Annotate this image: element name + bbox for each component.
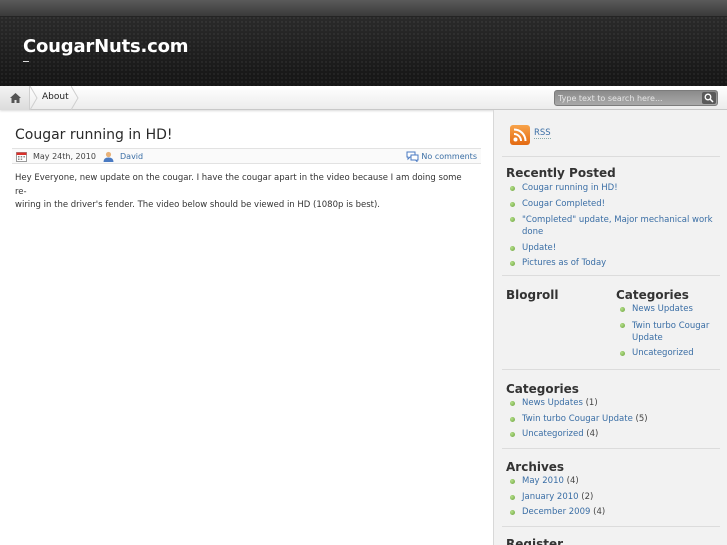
bullet-icon [510, 510, 515, 515]
site-title[interactable]: CougarNuts.com [23, 36, 189, 57]
categories-title-small: Categories [616, 288, 689, 302]
nav-separator [71, 86, 79, 110]
blogroll-title: Blogroll [506, 288, 559, 302]
register-title: Register [506, 537, 564, 545]
post-date: May 24th, 2010 [33, 152, 96, 161]
bullet-icon [510, 261, 515, 266]
divider [502, 275, 720, 276]
list-item[interactable]: May 2010 (4) [506, 476, 718, 487]
bullet-icon [510, 494, 515, 500]
comment-icon [406, 151, 419, 162]
bullet-icon [510, 217, 515, 222]
list-item[interactable]: Uncategorized (4) [506, 429, 718, 440]
search-icon [704, 93, 714, 103]
list-item[interactable]: News Updates (1) [506, 398, 718, 409]
list-item[interactable]: "Completed" update, Major mechanical wor… [506, 214, 718, 238]
bullet-icon [620, 351, 625, 356]
post-body-line: Hey Everyone, new update on the cougar. … [15, 173, 462, 197]
bullet-icon [510, 432, 515, 437]
list-item[interactable]: Twin turbo Cougar Update [616, 320, 724, 344]
post-body-line: wiring in the driver's fender. The video… [15, 200, 380, 210]
divider [502, 369, 720, 370]
divider [502, 526, 720, 527]
bullet-icon [510, 245, 515, 251]
bullet-icon [510, 416, 515, 422]
list-item[interactable]: News Updates [616, 304, 724, 315]
list-item[interactable]: January 2010 (2) [506, 492, 718, 503]
list-item[interactable]: December 2009 (4) [506, 507, 718, 518]
title-underline [23, 61, 29, 62]
recent-posts-title: Recently Posted [506, 166, 616, 180]
archives-list: May 2010 (4) January 2010 (2) December 2… [506, 476, 718, 518]
bullet-icon [620, 307, 625, 312]
bullet-icon [510, 201, 515, 207]
divider [502, 156, 720, 157]
divider [502, 448, 720, 449]
categories-title: Categories [506, 382, 579, 396]
list-item[interactable]: Cougar Completed! [506, 199, 718, 210]
list-item[interactable]: Pictures as of Today [506, 258, 718, 269]
main-content: Cougar running in HD! May 24th, 2010 Dav… [0, 110, 493, 545]
calendar-icon [16, 152, 27, 162]
bullet-icon [510, 186, 515, 191]
search-input[interactable] [558, 92, 698, 104]
list-item[interactable]: Twin turbo Cougar Update (5) [506, 414, 718, 425]
post-title[interactable]: Cougar running in HD! [15, 127, 173, 143]
archives-title: Archives [506, 460, 565, 474]
bullet-icon [510, 479, 515, 484]
search-box [554, 90, 718, 106]
home-icon [10, 93, 21, 103]
post-author[interactable]: David [120, 152, 143, 161]
user-icon [103, 151, 114, 162]
categories-list: News Updates (1) Twin turbo Cougar Updat… [506, 398, 718, 440]
bullet-icon [510, 401, 515, 406]
list-item[interactable]: Cougar running in HD! [506, 183, 718, 194]
post-comments-link[interactable]: No comments [421, 152, 477, 161]
site-header: CougarNuts.com [0, 0, 727, 86]
home-button[interactable] [0, 86, 30, 110]
search-button[interactable] [702, 92, 716, 104]
post-body: Hey Everyone, new update on the cougar. … [15, 172, 475, 213]
categories-list-small: News Updates Twin turbo Cougar Update Un… [616, 304, 724, 359]
post-meta: May 24th, 2010 David No comments [12, 148, 481, 164]
rss-icon[interactable] [510, 125, 530, 145]
nav-separator [30, 86, 38, 110]
nav-bar: About [0, 86, 727, 110]
sidebar: RSS Recently Posted Cougar running in HD… [493, 110, 727, 545]
bullet-icon [620, 322, 625, 328]
list-item[interactable]: Update! [506, 243, 718, 254]
rss-link[interactable]: RSS [534, 128, 551, 139]
recent-posts-list: Cougar running in HD! Cougar Completed! … [506, 183, 718, 269]
nav-item-about[interactable]: About [42, 92, 69, 102]
list-item[interactable]: Uncategorized [616, 348, 724, 359]
